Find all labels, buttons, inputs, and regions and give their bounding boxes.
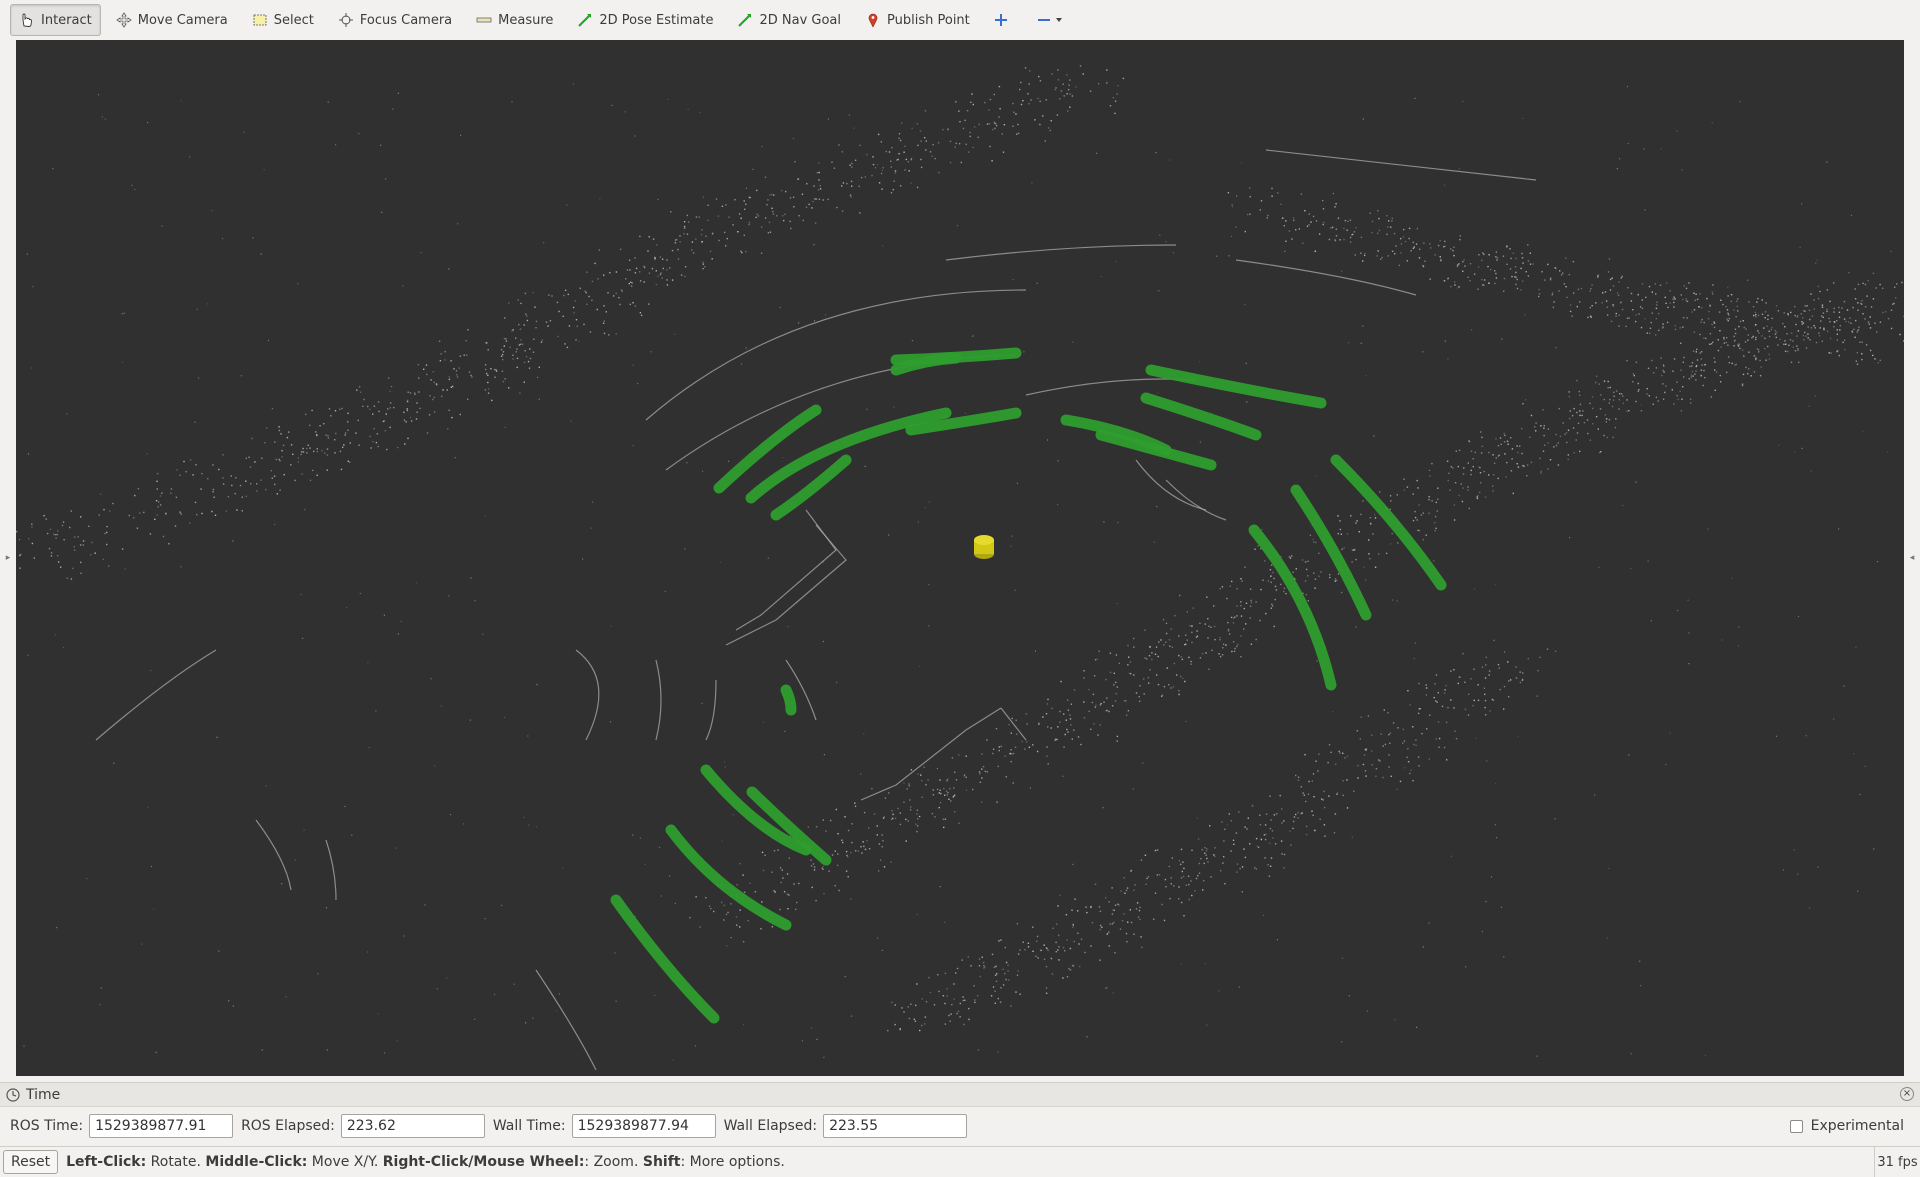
ros-elapsed-label: ROS Elapsed: — [241, 1118, 335, 1134]
right-click-key: Right-Click/Mouse Wheel: — [382, 1153, 585, 1170]
chevron-down-icon — [1055, 18, 1062, 22]
interact-tool[interactable]: Interact — [10, 4, 101, 36]
plus-icon — [994, 14, 1007, 26]
publish-point-label: Publish Point — [887, 12, 970, 28]
time-panel: Time × ROS Time: 1529389877.91 ROS Elaps… — [0, 1082, 1920, 1144]
select-tool[interactable]: Select — [243, 4, 323, 36]
left-arrow-icon: ▸ — [5, 553, 11, 563]
hand-icon — [22, 13, 32, 27]
time-fields-row: ROS Time: 1529389877.91 ROS Elapsed: 223… — [0, 1107, 1920, 1145]
focus-camera-label: Focus Camera — [359, 12, 453, 28]
pose-estimate-label: 2D Pose Estimate — [599, 12, 714, 28]
fps-counter: 31 fps — [1874, 1147, 1920, 1177]
left-dock-handle[interactable]: ▸ — [0, 40, 16, 1076]
robot-marker — [974, 535, 994, 559]
clock-icon — [6, 1087, 20, 1102]
wall-time-label: Wall Time: — [492, 1118, 566, 1134]
remove-tool-button[interactable] — [1037, 13, 1063, 27]
mouse-hint-text: Left-Click: Rotate. Middle-Click: Move X… — [66, 1154, 785, 1170]
experimental-checkbox[interactable] — [1789, 1119, 1803, 1133]
time-panel-title: Time — [26, 1086, 61, 1103]
wall-time-field[interactable]: 1529389877.94 — [571, 1114, 716, 1138]
nav-goal-label: 2D Nav Goal — [759, 12, 842, 28]
measure-label: Measure — [498, 12, 554, 28]
ros-elapsed-field[interactable]: 223.62 — [340, 1114, 485, 1138]
left-click-key: Left-Click: — [66, 1153, 147, 1170]
move-camera-label: Move Camera — [137, 12, 228, 28]
focus-camera-tool[interactable]: Focus Camera — [329, 4, 461, 36]
tool-toolbar: Interact Move Camera Select Focus Camera… — [0, 0, 1920, 40]
ros-time-label: ROS Time: — [10, 1118, 84, 1134]
add-tool-button[interactable] — [985, 4, 1017, 36]
nav-goal-tool[interactable]: 2D Nav Goal — [728, 4, 850, 36]
left-click-action: Rotate. — [146, 1153, 206, 1170]
map-pin-icon — [868, 13, 878, 28]
minus-icon — [1037, 19, 1050, 21]
focus-target-icon — [338, 13, 353, 27]
move-camera-tool[interactable]: Move Camera — [107, 4, 237, 36]
shift-action: : More options. — [680, 1153, 785, 1170]
experimental-toggle[interactable]: Experimental — [1789, 1118, 1904, 1134]
render-panel: ▸ ◂ — [0, 40, 1920, 1076]
reset-button[interactable]: Reset — [3, 1149, 59, 1174]
3d-viewport[interactable] — [16, 40, 1904, 1076]
publish-point-tool[interactable]: Publish Point — [856, 4, 979, 36]
shift-key: Shift — [642, 1153, 681, 1170]
middle-click-action: Move X/Y. — [307, 1153, 383, 1170]
right-arrow-icon: ◂ — [1909, 553, 1915, 563]
wall-elapsed-field[interactable]: 223.55 — [823, 1114, 968, 1138]
interact-label: Interact — [41, 12, 92, 28]
pose-estimate-tool[interactable]: 2D Pose Estimate — [568, 4, 722, 36]
middle-click-key: Middle-Click: — [205, 1153, 308, 1170]
ros-time-field[interactable]: 1529389877.91 — [89, 1114, 234, 1138]
point-cloud-scene[interactable] — [16, 40, 1904, 1076]
status-bar: Reset Left-Click: Rotate. Middle-Click: … — [0, 1146, 1920, 1177]
move-camera-icon — [116, 12, 132, 28]
right-dock-handle[interactable]: ◂ — [1904, 40, 1920, 1076]
measure-tool[interactable]: Measure — [467, 4, 562, 36]
right-click-action: : Zoom. — [584, 1153, 643, 1170]
time-panel-header: Time × — [0, 1083, 1920, 1107]
close-icon[interactable]: × — [1900, 1087, 1914, 1101]
wall-elapsed-label: Wall Elapsed: — [723, 1118, 818, 1134]
experimental-label: Experimental — [1810, 1118, 1904, 1134]
select-label: Select — [273, 12, 314, 28]
select-box-icon — [253, 14, 267, 26]
green-arrow-icon — [738, 14, 752, 27]
green-arrow-icon — [578, 14, 592, 27]
ruler-icon — [476, 17, 492, 23]
